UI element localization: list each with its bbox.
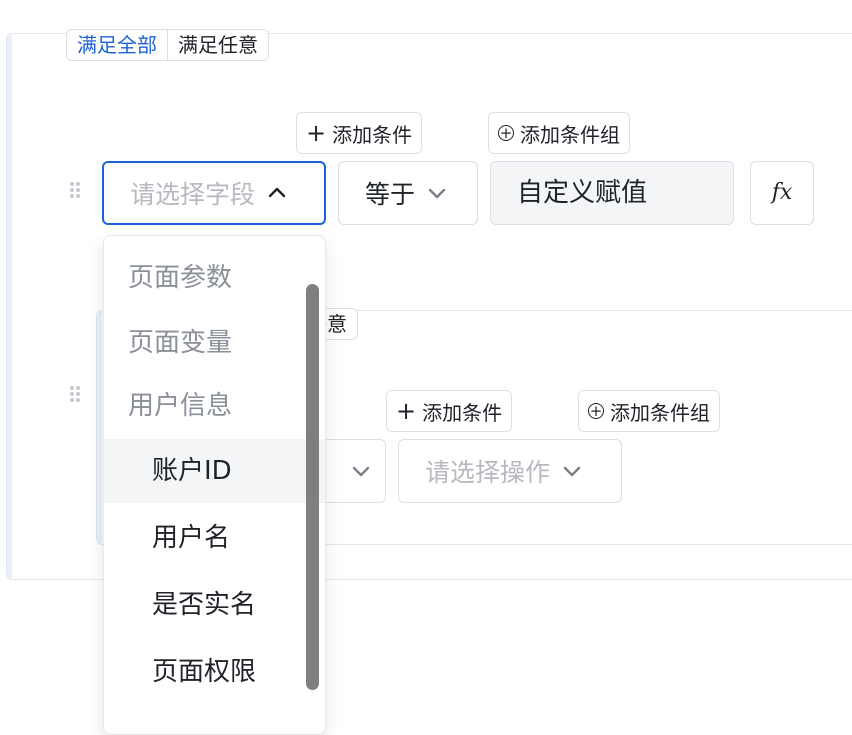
add-condition-label: 添加条件: [332, 122, 413, 147]
inner-add-condition-button[interactable]: + 添加条件: [386, 390, 513, 432]
match-any-option[interactable]: 满足任意: [167, 30, 268, 60]
formula-button[interactable]: fx: [750, 161, 814, 225]
field-select-placeholder: 请选择字段: [130, 180, 256, 209]
plus-icon: +: [306, 119, 327, 147]
dropdown-option-real-name[interactable]: 是否实名: [104, 573, 325, 637]
add-condition-group-button[interactable]: + 添加条件组: [488, 112, 630, 154]
operator-select[interactable]: 等于: [338, 161, 478, 225]
inner-group-accent-bar: [97, 311, 102, 544]
inner-add-condition-group-button[interactable]: + 添加条件组: [578, 390, 720, 432]
match-mode-toggle: 满足全部 满足任意: [66, 29, 269, 61]
operator-select-value: 等于: [365, 180, 416, 209]
dropdown-scrollbar[interactable]: [306, 284, 319, 690]
chevron-up-icon: [268, 187, 286, 198]
circle-plus-icon: +: [588, 401, 604, 420]
operation-select[interactable]: 请选择操作: [398, 439, 622, 503]
custom-value-box[interactable]: 自定义赋值: [490, 161, 734, 225]
match-all-option[interactable]: 满足全部: [67, 30, 167, 60]
chevron-down-icon: [563, 466, 581, 477]
operation-select-placeholder: 请选择操作: [425, 458, 551, 487]
field-dropdown-menu: 页面参数 页面变量 用户信息 账户ID 用户名 是否实名 页面权限: [103, 235, 326, 735]
chevron-down-icon: [428, 188, 446, 199]
plus-icon: +: [396, 397, 417, 425]
fx-icon: fx: [771, 180, 793, 205]
field-select[interactable]: 请选择字段: [102, 161, 326, 225]
drag-handle-icon[interactable]: [70, 182, 80, 198]
group-accent-bar: [7, 34, 12, 579]
inner-drag-handle-icon[interactable]: [70, 386, 80, 402]
dropdown-group-page-params: 页面参数: [128, 263, 233, 293]
dropdown-option-account-id[interactable]: 账户ID: [104, 439, 325, 503]
inner-add-condition-group-label: 添加条件组: [610, 400, 710, 425]
inner-add-condition-label: 添加条件: [422, 400, 503, 425]
circle-plus-icon: +: [498, 123, 514, 142]
dropdown-group-user-info: 用户信息: [128, 391, 233, 421]
dropdown-option-page-permission[interactable]: 页面权限: [104, 640, 325, 704]
dropdown-option-username[interactable]: 用户名: [104, 506, 325, 570]
dropdown-group-page-vars: 页面变量: [128, 328, 233, 358]
chevron-down-icon: [352, 466, 370, 477]
add-condition-group-label: 添加条件组: [520, 122, 620, 147]
custom-value-label: 自定义赋值: [517, 178, 648, 208]
add-condition-button[interactable]: + 添加条件: [296, 112, 423, 154]
